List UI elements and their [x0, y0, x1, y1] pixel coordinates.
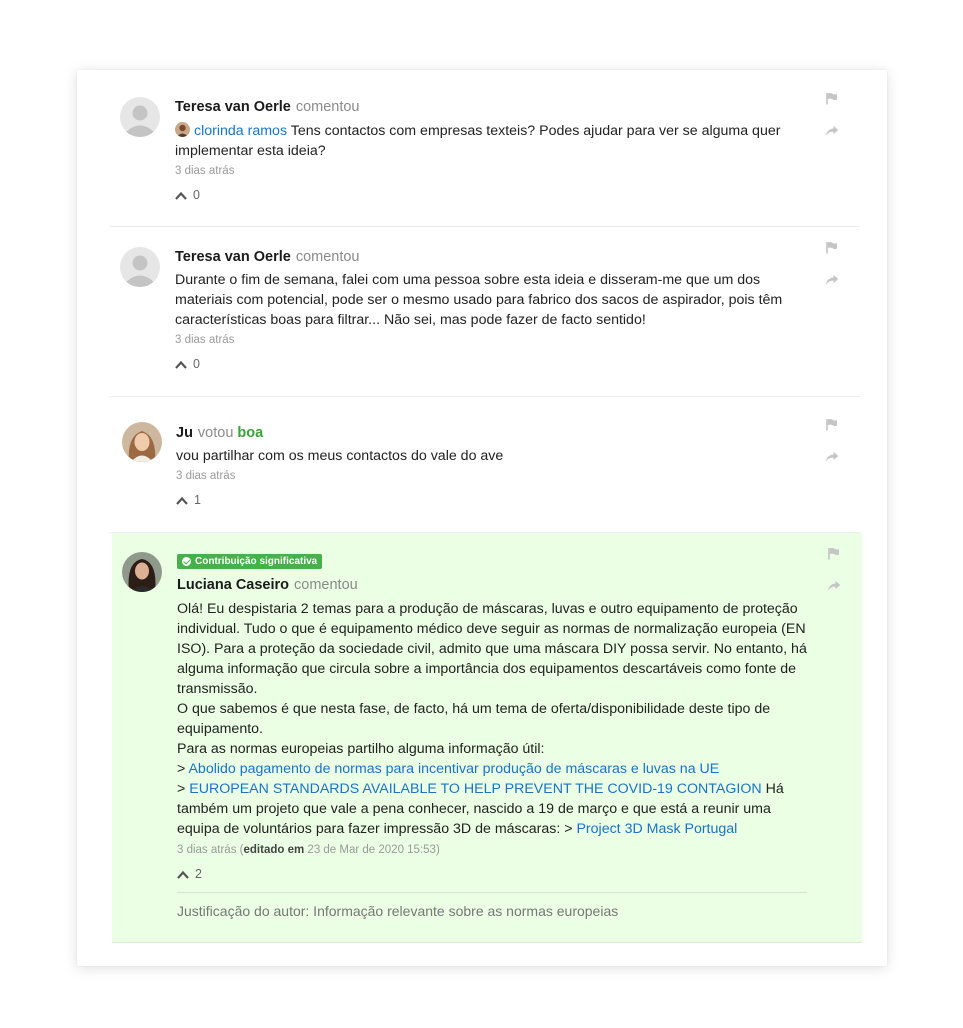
- share-icon[interactable]: [825, 451, 839, 463]
- upvote-icon[interactable]: [175, 191, 187, 200]
- edited-close: ): [435, 844, 440, 856]
- avatar[interactable]: [120, 97, 160, 137]
- user-photo: [122, 552, 162, 592]
- comment-text: Olá! Eu despistaria 2 temas para a produ…: [177, 599, 807, 839]
- paragraph: O que sabemos é que nesta fase, de facto…: [177, 701, 771, 737]
- author-name[interactable]: Ju: [176, 425, 193, 441]
- author-name[interactable]: Teresa van Oerle: [175, 99, 291, 115]
- author-name[interactable]: Luciana Caseiro: [177, 577, 289, 593]
- user-photo: [122, 422, 162, 462]
- default-avatar-icon: [120, 247, 160, 287]
- timestamp[interactable]: 3 dias atrás: [175, 332, 815, 348]
- timestamp[interactable]: 3 dias atrás: [176, 468, 816, 484]
- flag-icon[interactable]: [825, 241, 838, 254]
- avatar[interactable]: [122, 552, 162, 592]
- author-name[interactable]: Teresa van Oerle: [175, 249, 291, 265]
- paragraph: Para as normas europeias partilho alguma…: [177, 741, 545, 757]
- link-prefix: >: [564, 821, 573, 837]
- link-prefix: >: [177, 761, 186, 777]
- like-count: 1: [194, 493, 201, 507]
- author-justification: Justificação do autor: Informação releva…: [177, 892, 807, 920]
- share-icon[interactable]: [825, 274, 839, 286]
- vote-value: boa: [237, 425, 264, 441]
- link-project-3d-mask[interactable]: Project 3D Mask Portugal: [576, 821, 737, 837]
- comment-item: Ju votou boa vou partilhar com os meus con…: [110, 397, 860, 533]
- badge-row: Contribuição significativa: [177, 553, 807, 569]
- comment-body: Ju votou boa vou partilhar com os meus con…: [176, 423, 816, 508]
- author-line: Ju votou boa: [176, 423, 816, 443]
- mention-avatar: [175, 122, 190, 137]
- like-control[interactable]: 1: [176, 492, 816, 508]
- edited-label: editado em: [243, 844, 305, 856]
- action-verb: comentou: [295, 99, 360, 115]
- link-prefix: >: [177, 781, 186, 797]
- timestamp[interactable]: 3 dias atrás: [177, 844, 236, 856]
- author-line: Teresa van Oerle comentou: [175, 247, 815, 267]
- comment-body: Contribuição significativa Luciana Casei…: [177, 553, 807, 920]
- action-verb: votou: [197, 425, 234, 441]
- upvote-icon[interactable]: [175, 360, 187, 369]
- edited-date: 23 de Mar de 2020 15:53: [307, 844, 436, 856]
- like-count: 0: [193, 357, 200, 371]
- mention-link[interactable]: clorinda ramos: [194, 123, 287, 139]
- flag-icon[interactable]: [827, 547, 840, 560]
- comment-item: Teresa van Oerle comentou clorinda ramos …: [110, 84, 860, 227]
- comment-body: Teresa van Oerle comentou clorinda ramos …: [175, 97, 815, 203]
- flag-icon[interactable]: [825, 92, 838, 105]
- avatar[interactable]: [122, 422, 162, 462]
- avatar[interactable]: [120, 247, 160, 287]
- comment-text: Durante o fim de semana, falei com uma p…: [175, 272, 783, 328]
- paragraph: Olá! Eu despistaria 2 temas para a produ…: [177, 601, 807, 697]
- share-icon[interactable]: [825, 125, 839, 137]
- link-line: > Abolido pagamento de normas para incen…: [177, 759, 807, 779]
- like-count: 2: [195, 867, 202, 881]
- comment-item-highlighted: Contribuição significativa Luciana Casei…: [112, 533, 862, 943]
- action-verb: comentou: [295, 249, 360, 265]
- link-abolido[interactable]: Abolido pagamento de normas para incenti…: [188, 761, 719, 777]
- like-control[interactable]: 2: [177, 866, 807, 882]
- badge-label: Contribuição significativa: [195, 556, 318, 567]
- like-control[interactable]: 0: [175, 356, 815, 372]
- author-line: Luciana Caseiro comentou: [177, 575, 807, 595]
- comment-text: vou partilhar com os meus contactos do v…: [176, 448, 504, 464]
- flag-icon[interactable]: [825, 418, 838, 431]
- share-icon[interactable]: [827, 580, 841, 592]
- author-line: Teresa van Oerle comentou: [175, 97, 815, 117]
- timestamp-row: 3 dias atrás (editado em 23 de Mar de 20…: [177, 842, 807, 858]
- upvote-icon[interactable]: [177, 870, 189, 879]
- link-european-standards[interactable]: EUROPEAN STANDARDS AVAILABLE TO HELP PRE…: [189, 781, 761, 797]
- action-verb: comentou: [294, 577, 358, 593]
- default-avatar-icon: [120, 97, 160, 137]
- significant-contribution-badge: Contribuição significativa: [177, 554, 323, 569]
- comment-item: Teresa van Oerle comentou Durante o fim d…: [110, 227, 860, 397]
- link-line: > EUROPEAN STANDARDS AVAILABLE TO HELP P…: [177, 779, 807, 839]
- timestamp[interactable]: 3 dias atrás: [175, 163, 815, 179]
- comments-card: Teresa van Oerle comentou clorinda ramos …: [77, 70, 887, 966]
- like-control[interactable]: 0: [175, 187, 815, 203]
- like-count: 0: [193, 188, 200, 202]
- comment-text: clorinda ramos Tens contactos com empres…: [175, 121, 815, 161]
- comment-body: Teresa van Oerle comentou Durante o fim d…: [175, 247, 815, 372]
- upvote-icon[interactable]: [176, 496, 188, 505]
- check-circle-icon: [182, 557, 191, 566]
